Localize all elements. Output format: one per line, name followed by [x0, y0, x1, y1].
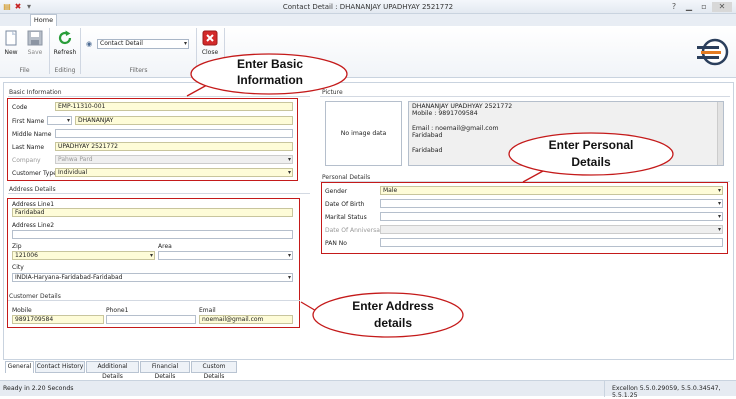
code-field[interactable]: EMP-11310-001 [55, 102, 293, 111]
callout-basic-line1: Enter Basic [236, 57, 304, 71]
area-label: Area [158, 243, 172, 250]
window-close-icon[interactable]: ✕ [712, 2, 732, 12]
area-select[interactable] [158, 251, 293, 260]
middle-name-field[interactable] [55, 129, 293, 138]
city-label: City [12, 264, 24, 271]
tab-contact-history[interactable]: Contact History [35, 361, 85, 373]
dob-picker[interactable] [380, 199, 723, 208]
customer-type-select[interactable]: Individual [55, 168, 293, 177]
callout-address: Enter Address details [300, 290, 466, 340]
marital-status-select[interactable] [380, 212, 723, 221]
phone1-label: Phone1 [106, 307, 129, 314]
callout-personal: Enter Personal Details [503, 131, 675, 183]
anniversary-label: Date Of Anniversary [325, 227, 386, 234]
salutation-select[interactable] [47, 116, 72, 125]
callout-personal-line1: Enter Personal [548, 138, 634, 152]
divider [320, 96, 730, 97]
status-divider [604, 381, 605, 397]
address-heading: Address Details [9, 186, 56, 193]
tab-general[interactable]: General [5, 361, 34, 373]
summary-line [412, 118, 720, 125]
pan-field[interactable] [380, 238, 723, 247]
zip-label: Zip [12, 243, 22, 250]
refresh-button[interactable]: Refresh [53, 30, 77, 56]
callout-address-line1: Enter Address [352, 299, 434, 313]
callout-basic: Enter Basic Information [177, 52, 349, 98]
new-button[interactable]: New [0, 30, 22, 56]
callout-address-line2: details [373, 316, 412, 330]
save-disk-icon [27, 30, 43, 46]
address-highlight [7, 198, 300, 328]
email-field[interactable]: noemail@gmail.com [199, 315, 293, 324]
maximize-icon[interactable]: ▫ [698, 2, 710, 12]
ribbon-tab-row [0, 14, 736, 26]
company-field: Pahwa Pard [55, 155, 293, 164]
tab-additional-details[interactable]: Additional Details [86, 361, 139, 380]
help-icon[interactable]: ? [668, 2, 680, 12]
group-editing-label: Editing [54, 67, 76, 74]
summary-line: DHANANJAY UPADHYAY 2521772 [412, 103, 513, 110]
callout-basic-line2: Information [237, 73, 303, 87]
mobile-field[interactable]: 9891709584 [12, 315, 104, 324]
marital-status-label: Marital Status [325, 214, 367, 221]
company-label: Company [12, 157, 41, 164]
save-button[interactable]: Save [24, 30, 46, 56]
version-text: Excellon 5.5.0.29059, 5.5.0.34547, 5.5.1… [612, 385, 721, 399]
tab-custom-details[interactable]: Custom Details [191, 361, 237, 380]
tab-financial-details[interactable]: Financial Details [140, 361, 190, 380]
gender-label: Gender [325, 188, 348, 195]
summary-scrollbar[interactable] [717, 102, 723, 165]
customer-details-heading: Customer Details [9, 293, 61, 300]
code-label: Code [12, 104, 28, 111]
callout-personal-line2: Details [571, 155, 611, 169]
address-line2-field[interactable] [12, 230, 293, 239]
eye-icon: ◉ [86, 40, 93, 48]
last-name-label: Last Name [12, 144, 45, 151]
status-bar: Ready in 2.20 Seconds Excellon 5.5.0.290… [0, 380, 736, 399]
title-bar: ▤ ✖ ▾ Contact Detail : DHANANJAY UPADHYA… [0, 0, 736, 14]
first-name-label: First Name [12, 118, 45, 125]
zip-select[interactable]: 121006 [12, 251, 155, 260]
filter-select[interactable]: Contact Detail [97, 39, 189, 49]
email-label: Email [199, 307, 216, 314]
customer-type-label: Customer Type [12, 170, 57, 177]
no-image-text: No image data [340, 130, 387, 137]
refresh-label: Refresh [53, 49, 77, 56]
basic-info-heading: Basic Information [9, 89, 62, 96]
city-select[interactable]: INDIA-Haryana-Faridabad-Faridabad [12, 273, 293, 282]
brand-logo [697, 38, 729, 66]
new-document-icon [3, 30, 19, 46]
middle-name-label: Middle Name [12, 131, 52, 138]
gender-select[interactable]: Male [380, 186, 723, 195]
new-label: New [4, 49, 18, 56]
address-line2-label: Address Line2 [12, 222, 55, 229]
status-text: Ready in 2.20 Seconds [3, 385, 74, 392]
group-file-label: File [19, 67, 30, 74]
window-title: Contact Detail : DHANANJAY UPADHYAY 2521… [282, 3, 454, 11]
divider [8, 300, 300, 301]
first-name-field[interactable]: DHANANJAY [75, 116, 293, 125]
personal-heading: Personal Details [322, 174, 371, 181]
dob-label: Date Of Birth [325, 201, 365, 208]
close-red-icon [202, 30, 218, 46]
address-line1-field[interactable]: Faridabad [12, 208, 293, 217]
minimize-icon[interactable]: ▁ [683, 2, 695, 12]
pan-label: PAN No [325, 240, 347, 247]
last-name-field[interactable]: UPADHYAY 2521772 [55, 142, 293, 151]
save-label: Save [27, 49, 43, 56]
divider [8, 193, 310, 194]
address-line1-label: Address Line1 [12, 201, 55, 208]
picture-box[interactable]: No image data [325, 101, 402, 166]
mobile-label: Mobile [12, 307, 32, 314]
phone1-field[interactable] [106, 315, 196, 324]
anniversary-picker [380, 225, 723, 234]
refresh-icon [57, 30, 73, 46]
summary-line: Mobile : 9891709584 [412, 110, 478, 118]
